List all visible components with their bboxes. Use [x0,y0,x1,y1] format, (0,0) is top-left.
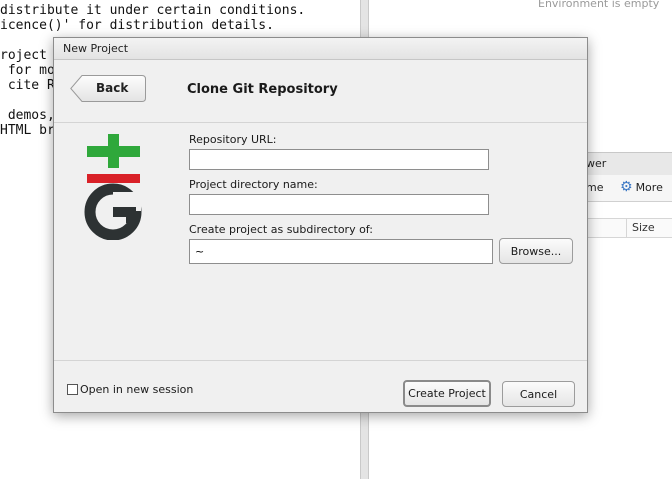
footer-divider [54,360,587,361]
tab-viewer[interactable]: wer [586,157,606,170]
files-pane: wer me ⚙ More Size [586,148,672,479]
project-directory-input[interactable] [189,194,489,215]
column-divider[interactable] [626,219,627,237]
subdirectory-label: Create project as subdirectory of: [189,223,373,236]
repository-url-label: Repository URL: [189,133,277,146]
create-project-button[interactable]: Create Project [403,380,491,407]
files-toolbar: me ⚙ More [586,175,672,202]
files-tabbar: wer [586,152,672,176]
more-label: More [635,180,663,194]
dialog-header: Back Clone Git Repository [54,60,587,123]
browse-button[interactable]: Browse... [499,238,573,264]
git-logo-icon [84,134,142,241]
cancel-button[interactable]: Cancel [502,381,575,407]
back-label: Back [96,81,129,95]
back-button[interactable]: Back [70,75,146,102]
gear-icon: ⚙ [620,179,633,195]
checkbox-box[interactable] [67,384,78,395]
more-button[interactable]: ⚙ More [620,180,663,194]
dialog-titlebar[interactable]: New Project [54,38,587,60]
files-column-header: Size [586,218,672,238]
dialog-heading: Clone Git Repository [187,82,338,97]
repository-url-input[interactable] [189,149,489,170]
size-column-header[interactable]: Size [632,221,655,234]
open-in-new-session-label: Open in new session [80,383,194,396]
project-directory-label: Project directory name: [189,178,318,191]
open-in-new-session-checkbox[interactable]: Open in new session [67,383,193,396]
dialog-title: New Project [63,42,129,55]
subdirectory-input[interactable] [189,239,493,264]
environment-empty-text: Environment is empty [538,0,660,10]
new-project-dialog: New Project Back Clone Git Repository Re… [53,37,588,413]
rename-button[interactable]: me [586,181,603,194]
